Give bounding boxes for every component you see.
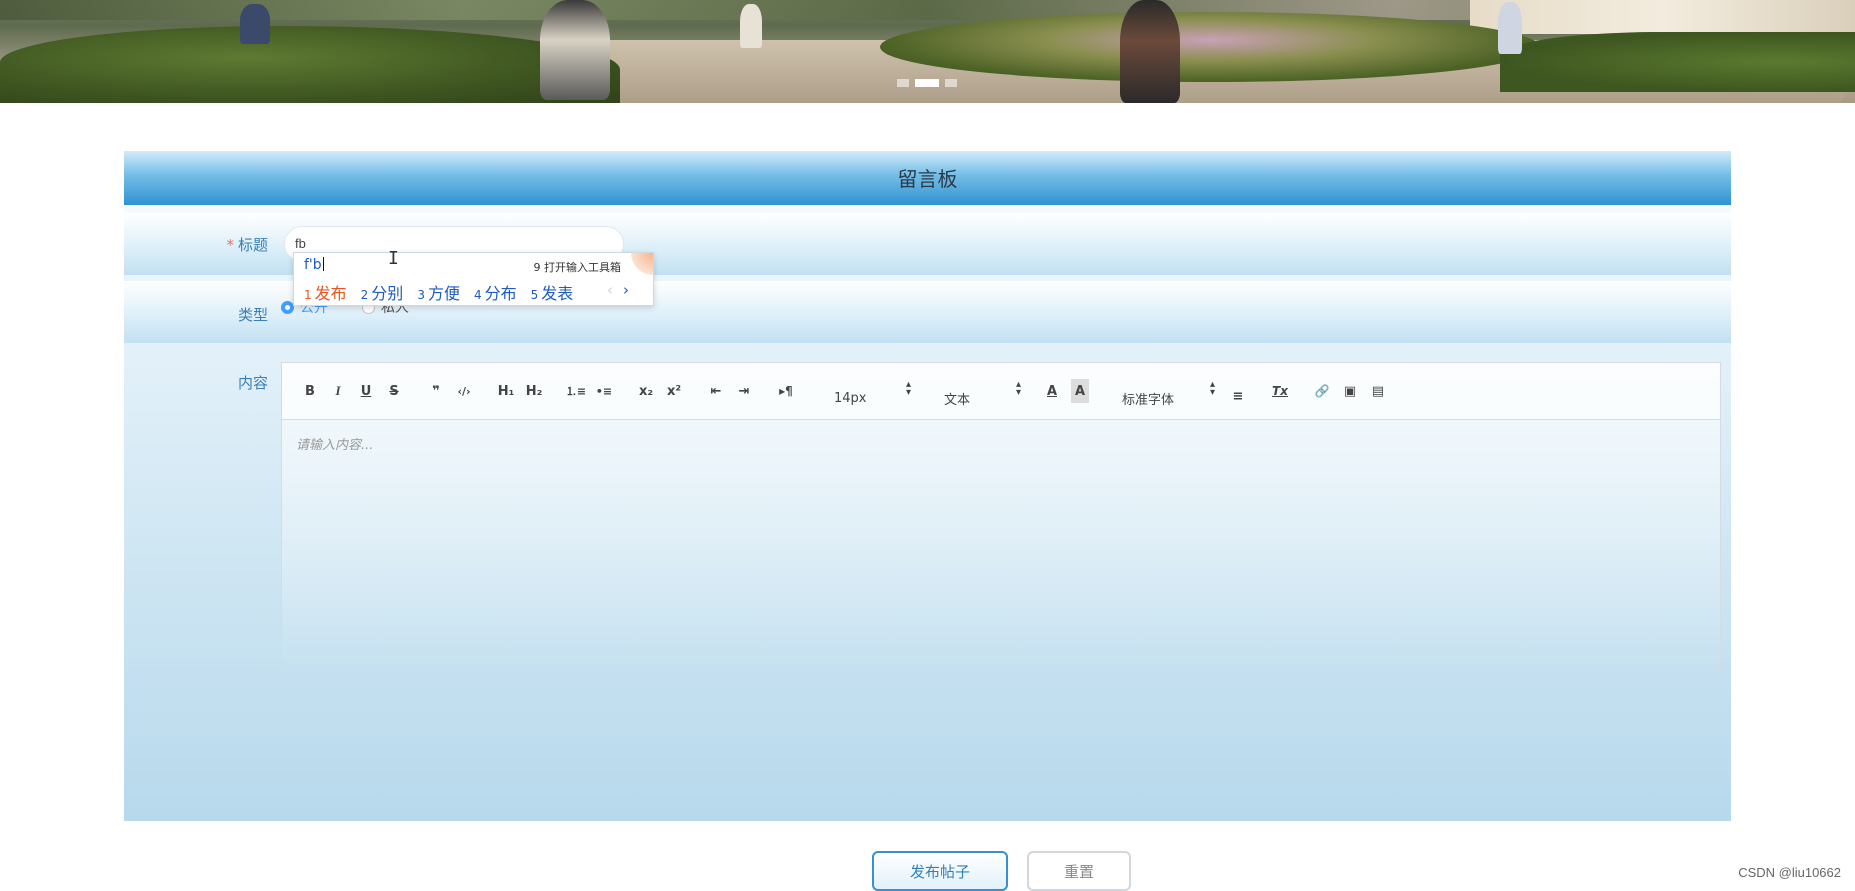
content-label: 内容 — [237, 374, 268, 392]
banner-person — [740, 4, 762, 48]
banner-person — [540, 0, 610, 100]
video-icon[interactable]: ▤ — [1364, 379, 1392, 403]
carousel-dot-active[interactable] — [915, 79, 939, 87]
banner-person — [1498, 2, 1522, 54]
bold-icon[interactable]: B — [296, 379, 324, 403]
ime-toolbox-link[interactable]: 9 打开输入工具箱 — [534, 259, 622, 275]
ordered-list-icon[interactable]: ⒈≡ — [562, 379, 590, 403]
reset-button[interactable]: 重置 — [1027, 851, 1131, 891]
ime-candidate-list: 1 发布 2 分别 3 方便 4 分布 5 发表 — [304, 280, 573, 304]
ime-candidate[interactable]: 4 分布 — [474, 280, 517, 304]
ime-candidate[interactable]: 3 方便 — [417, 280, 460, 304]
ime-logo-icon — [631, 253, 653, 275]
required-mark: * — [226, 236, 234, 254]
link-icon[interactable]: 🔗 — [1308, 379, 1336, 403]
header-picker[interactable]: 文本 ▴ ▾ — [914, 379, 1024, 408]
italic-icon[interactable]: I — [324, 379, 352, 403]
watermark: CSDN @liu10662 — [1738, 865, 1841, 880]
header-picker-value: 文本 — [944, 392, 971, 408]
ime-candidate[interactable]: 1 发布 — [304, 280, 347, 304]
font-family-picker[interactable]: 标准字体 ▴ ▾ — [1094, 379, 1224, 408]
bullet-list-icon[interactable]: •≡ — [590, 379, 618, 403]
text-direction-icon[interactable]: ▸¶ — [772, 379, 800, 403]
panel-title: 留言板 — [897, 167, 958, 191]
font-size-picker[interactable]: 14px ▴ ▾ — [814, 379, 914, 406]
text-cursor-icon: I — [388, 248, 399, 269]
banner-person — [240, 4, 270, 44]
ime-next-page-icon[interactable]: › — [623, 281, 629, 299]
align-icon[interactable]: ≡ — [1224, 384, 1252, 408]
background-color-icon[interactable]: A — [1071, 379, 1089, 403]
banner-person — [1120, 0, 1180, 103]
text-color-icon[interactable]: A — [1038, 379, 1066, 403]
code-block-icon[interactable]: ‹/› — [450, 379, 478, 403]
font-family-value: 标准字体 — [1122, 392, 1175, 408]
ime-candidate[interactable]: 5 发表 — [531, 280, 574, 304]
image-icon[interactable]: ▣ — [1336, 379, 1364, 403]
title-label-text: 标题 — [237, 236, 268, 254]
banner-hedge-left — [0, 26, 620, 103]
banner-carousel[interactable] — [0, 0, 1855, 103]
carousel-dot[interactable] — [897, 79, 909, 87]
editor-placeholder: 请输入内容... — [296, 438, 374, 453]
submit-post-button[interactable]: 发布帖子 — [872, 851, 1008, 891]
carousel-dot[interactable] — [945, 79, 957, 87]
header-1-icon[interactable]: H₁ — [492, 379, 520, 403]
banner-flowerbed — [880, 12, 1540, 82]
banner-building — [1470, 0, 1855, 34]
banner-hedge-right — [1500, 32, 1855, 92]
ime-candidate-popup: f'b 9 打开输入工具箱 1 发布 2 分别 3 方便 4 分布 5 发表 ‹ › — [293, 252, 654, 306]
ime-pinyin-text: f'b — [304, 257, 322, 273]
clear-format-icon[interactable]: Tx — [1266, 379, 1294, 403]
superscript-icon[interactable]: x² — [660, 379, 688, 403]
editor-content-area[interactable]: 请输入内容... — [282, 420, 1720, 671]
underline-icon[interactable]: U — [352, 379, 380, 403]
ime-candidate[interactable]: 2 分别 — [361, 280, 404, 304]
strike-icon[interactable]: S — [380, 379, 408, 403]
subscript-icon[interactable]: x₂ — [632, 379, 660, 403]
type-label: 类型 — [237, 306, 268, 324]
rich-text-editor: B I U S ❞ ‹/› H₁ H₂ ⒈≡ •≡ x₂ x² ⇤ ⇥ ▸¶ 1… — [281, 362, 1721, 672]
chevron-updown-icon: ▴ ▾ — [1210, 379, 1216, 398]
panel-header: 留言板 — [124, 151, 1731, 205]
editor-toolbar: B I U S ❞ ‹/› H₁ H₂ ⒈≡ •≡ x₂ x² ⇤ ⇥ ▸¶ 1… — [282, 363, 1720, 420]
chevron-updown-icon: ▴ ▾ — [1016, 379, 1022, 398]
ime-prev-page-icon[interactable]: ‹ — [607, 281, 613, 299]
title-label: * 标题 — [124, 234, 268, 255]
blockquote-icon[interactable]: ❞ — [422, 379, 450, 403]
header-2-icon[interactable]: H₂ — [520, 379, 548, 403]
indent-icon[interactable]: ⇥ — [730, 379, 758, 403]
carousel-indicators — [897, 79, 957, 87]
outdent-icon[interactable]: ⇤ — [702, 379, 730, 403]
font-size-value: 14px — [834, 390, 867, 406]
chevron-updown-icon: ▴ ▾ — [906, 379, 912, 398]
